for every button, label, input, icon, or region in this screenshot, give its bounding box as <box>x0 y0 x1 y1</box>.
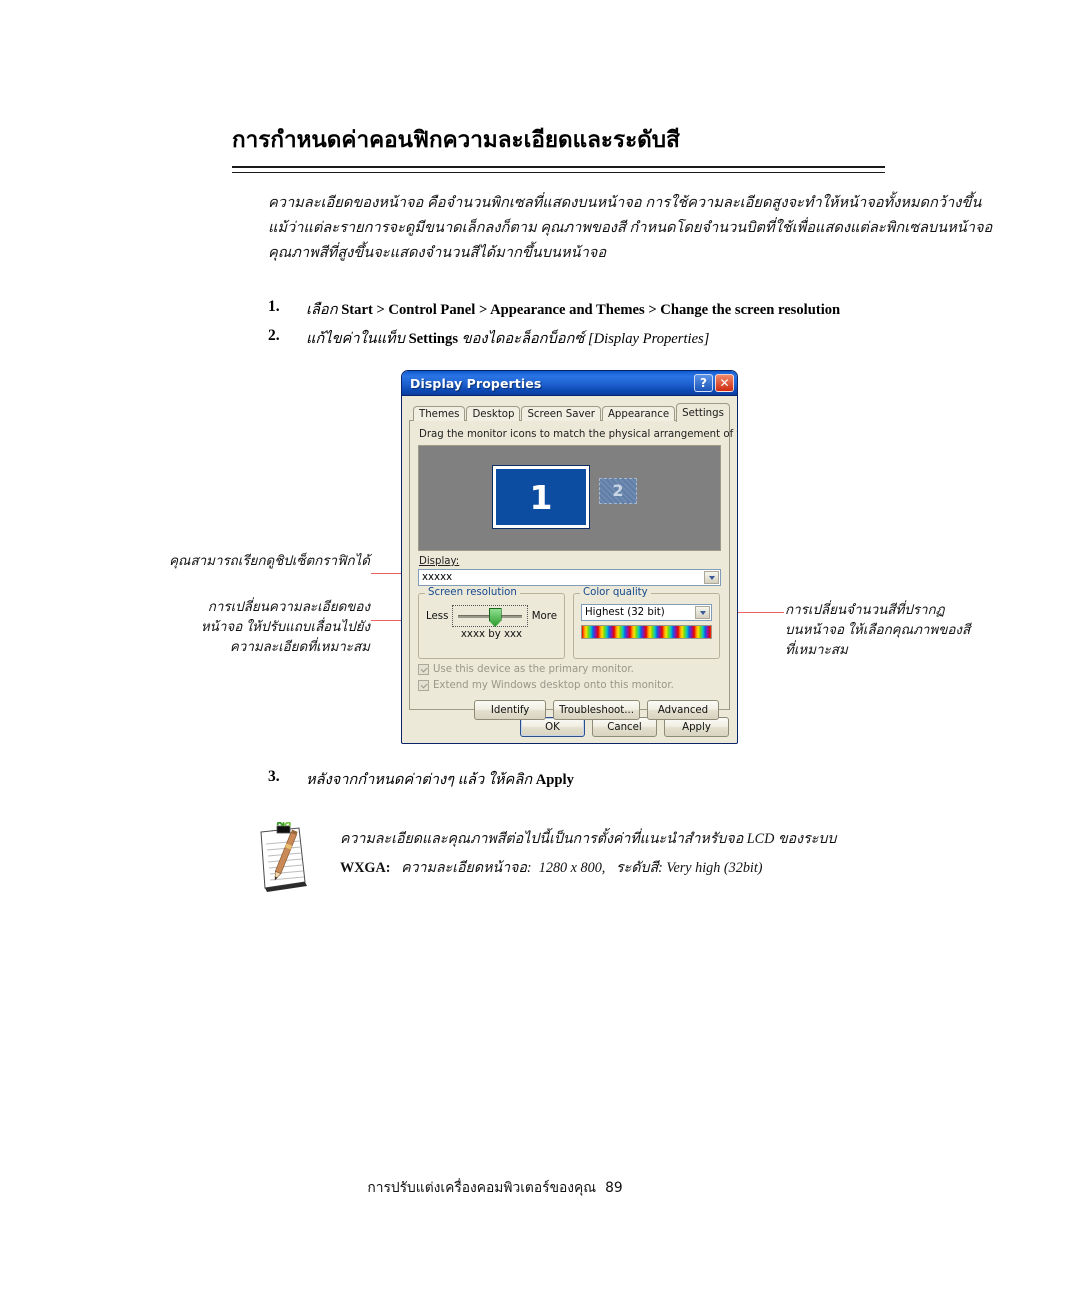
action-button-row: Identify Troubleshoot... Advanced <box>418 700 721 720</box>
tab-appearance[interactable]: Appearance <box>601 406 676 421</box>
monitor-hint-text: Drag the monitor icons to match the phys… <box>419 429 737 440</box>
display-dropdown-value: xxxxx <box>422 572 453 583</box>
color-quality-dropdown[interactable]: Highest (32 bit) <box>581 604 712 621</box>
monitor-icon-1[interactable]: 1 <box>492 465 590 529</box>
step-text-bold: Start > Control Panel > Appearance and T… <box>341 302 841 318</box>
resolution-slider[interactable] <box>452 605 528 627</box>
color-quality-group: Color quality Highest (32 bit) <box>573 587 720 659</box>
step-text: เลือก Start > Control Panel > Appearance… <box>306 298 840 321</box>
callout-screen-resolution: การเปลี่ยนความละเอียดของ หน้าจอ ให้ปรับแ… <box>140 597 370 657</box>
advanced-button[interactable]: Advanced <box>647 700 719 720</box>
callout-line-2: บนหน้าจอ ให้เลือกคุณภาพของสี <box>785 622 971 637</box>
callout-line-1: การเปลี่ยนความละเอียดของ <box>207 599 370 614</box>
callout-line-3: ที่เหมาะสม <box>785 642 848 657</box>
resolution-slider-row: Less More <box>426 605 557 627</box>
page-number: 89 <box>605 1180 623 1196</box>
dialog-body: Themes Desktop Screen Saver Appearance S… <box>402 396 737 743</box>
help-icon[interactable]: ? <box>694 374 713 392</box>
checkbox-primary-monitor[interactable]: Use this device as the primary monitor. <box>418 664 721 675</box>
note-icon <box>255 821 317 894</box>
dialog-button-row: OK Cancel Apply <box>409 717 730 737</box>
step-item-2: 2. แก้ไขค่าในแท็บ Settings ของไดอะล็อกบ็… <box>268 327 888 349</box>
monitor-2-number: 2 <box>612 481 624 500</box>
monitor-1-number: 1 <box>529 477 553 517</box>
step-text: หลังจากกำหนดค่าต่างๆ แล้ว ให้คลิก Apply <box>306 768 574 791</box>
display-dropdown[interactable]: xxxxx <box>418 569 721 586</box>
callout-line-2: หน้าจอ ให้ปรับแถบเลื่อนไปยัง <box>200 619 370 634</box>
document-page: การกำหนดค่าคอนฟิกความละเอียดและระดับสี ค… <box>0 0 1080 1309</box>
checkbox-label: Extend my Windows desktop onto this moni… <box>433 680 674 691</box>
resolution-value: xxxx by xxx <box>460 629 523 640</box>
checkbox-icon[interactable] <box>418 680 429 691</box>
intro-paragraph: ความละเอียดของหน้าจอ คือจำนวนพิกเซลที่แส… <box>268 191 993 266</box>
tab-screen-saver[interactable]: Screen Saver <box>521 406 601 421</box>
monitor-arrangement-canvas[interactable]: 1 2 <box>418 445 721 551</box>
callout-line-3: ความละเอียดที่เหมาะสม <box>229 639 370 654</box>
dialog-tabstrip: Themes Desktop Screen Saver Appearance S… <box>409 402 730 422</box>
callout-color-quality: การเปลี่ยนจำนวนสีที่ปรากฏ บนหน้าจอ ให้เล… <box>785 600 1000 660</box>
step-item-1: 1. เลือก Start > Control Panel > Appeara… <box>268 298 888 320</box>
ok-button[interactable]: OK <box>520 717 585 737</box>
screen-resolution-legend: Screen resolution <box>425 587 520 598</box>
slider-less-label: Less <box>426 610 449 622</box>
tab-desktop[interactable]: Desktop <box>466 406 521 421</box>
footer-text: การปรับแต่งเครื่องคอมพิวเตอร์ของคุณ <box>367 1180 597 1196</box>
cancel-button[interactable]: Cancel <box>592 717 657 737</box>
note-wxga-label: WXGA: <box>340 860 391 876</box>
note-line-1: ความละเอียดและคุณภาพสีต่อไปนี้เป็นการตั้… <box>340 831 837 847</box>
step-text-suffix: ของไดอะล็อกบ็อกซ์ [Display Properties] <box>458 331 710 347</box>
close-icon[interactable]: ✕ <box>715 374 734 392</box>
apply-button[interactable]: Apply <box>664 717 729 737</box>
display-properties-dialog: Display Properties ? ✕ Themes Desktop Sc… <box>401 370 738 744</box>
identify-button[interactable]: Identify <box>474 700 547 720</box>
dialog-title: Display Properties <box>410 375 542 391</box>
intro-line-1: ความละเอียดของหน้าจอ คือจำนวนพิกเซลที่แส… <box>268 195 982 211</box>
step-number: 2. <box>268 327 280 344</box>
chevron-down-icon[interactable] <box>704 571 719 584</box>
note-text: ความละเอียดและคุณภาพสีต่อไปนี้เป็นการตั้… <box>340 825 900 883</box>
checkbox-label: Use this device as the primary monitor. <box>433 664 634 675</box>
troubleshoot-button[interactable]: Troubleshoot... <box>553 700 640 720</box>
note-resolution-value: 1280 x 800, <box>538 860 606 876</box>
color-quality-value: Highest (32 bit) <box>585 607 665 618</box>
tab-themes[interactable]: Themes <box>413 406 466 421</box>
step-text-prefix: แก้ไขค่าในแท็บ <box>306 331 409 347</box>
step-text-prefix: หลังจากกำหนดค่าต่างๆ แล้ว ให้คลิก <box>306 772 536 788</box>
step-text-bold: Settings <box>408 331 459 347</box>
checkbox-extend-desktop[interactable]: Extend my Windows desktop onto this moni… <box>418 680 721 691</box>
callout-text: คุณสามารถเรียกดูชิปเซ็ตกราฟิกได้ <box>169 553 370 568</box>
checkbox-icon[interactable] <box>418 664 429 675</box>
page-title: การกำหนดค่าคอนฟิกความละเอียดและระดับสี <box>232 127 680 153</box>
chevron-down-icon[interactable] <box>695 606 710 619</box>
slider-thumb[interactable] <box>488 608 502 627</box>
step-text: แก้ไขค่าในแท็บ Settings ของไดอะล็อกบ็อกซ… <box>306 327 709 350</box>
heading-divider <box>232 166 885 173</box>
color-spectrum-bar <box>581 625 712 639</box>
dialog-titlebar: Display Properties ? ✕ <box>402 371 737 396</box>
step-number: 3. <box>268 768 280 785</box>
step-text-bold: Apply <box>535 772 574 788</box>
display-label: Display: <box>419 556 721 567</box>
step-number: 1. <box>268 298 280 315</box>
step-text-prefix: เลือก <box>306 302 342 318</box>
page-footer: การปรับแต่งเครื่องคอมพิวเตอร์ของคุณ 89 <box>0 1177 1080 1199</box>
slider-more-label: More <box>531 610 557 622</box>
intro-line-2: แม้ว่าแต่ละรายการจะดูมีขนาดเล็กลงก็ตาม ค… <box>268 220 993 236</box>
note-line-2: WXGA: ความละเอียดหน้าจอ: 1280 x 800, ระด… <box>340 854 900 883</box>
note-resolution-label: ความละเอียดหน้าจอ: <box>401 860 532 876</box>
intro-line-3: คุณภาพสีที่สูงขึ้นจะแสดงจำนวนสีได้มากขึ้… <box>268 245 607 261</box>
note-color-label: ระดับสี: <box>616 860 663 876</box>
note-color-value: Very high (32bit) <box>666 860 763 876</box>
monitor-icon-2[interactable]: 2 <box>599 478 637 504</box>
settings-tab-panel: Drag the monitor icons to match the phys… <box>409 420 737 720</box>
tab-settings[interactable]: Settings <box>676 403 730 422</box>
color-quality-legend: Color quality <box>580 587 651 598</box>
display-label-text: Display: <box>419 556 460 567</box>
screen-resolution-group: Screen resolution Less More xxxx by xxx <box>418 587 565 659</box>
step-item-3: 3. หลังจากกำหนดค่าต่างๆ แล้ว ให้คลิก App… <box>268 768 888 790</box>
settings-groups: Screen resolution Less More xxxx by xxx <box>418 587 721 659</box>
callout-line-1: การเปลี่ยนจำนวนสีที่ปรากฏ <box>785 602 945 617</box>
callout-graphics-chipset: คุณสามารถเรียกดูชิปเซ็ตกราฟิกได้ <box>140 551 370 571</box>
